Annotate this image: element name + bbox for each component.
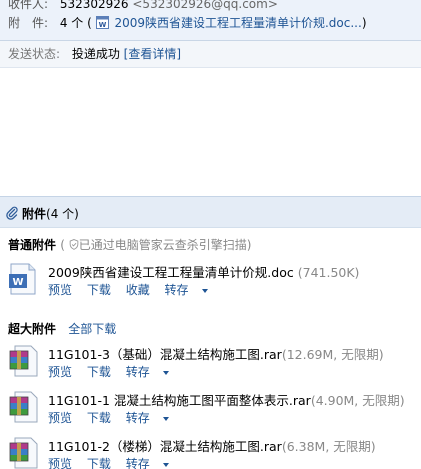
save-to-label: 转存 (125, 365, 150, 379)
save-to-button[interactable]: 转存 (126, 457, 169, 469)
recipient-name[interactable]: 532302926 (60, 0, 129, 11)
status-row: 发送状态: 投递成功 [查看详情] (8, 46, 181, 63)
attachment-preview-link[interactable]: 2009陕西省建设工程工程量清单计价规.doc... (114, 16, 361, 30)
file-name-row: 2009陕西省建设工程工程量清单计价规.doc (741.50K) (48, 262, 359, 281)
preview-button[interactable]: 预览 (48, 457, 72, 469)
normal-attachments-title: 普通附件 ( 已通过电脑管家云查杀引擎扫描) (8, 238, 252, 252)
large-attachments-title: 超大附件 全部下载 (8, 321, 116, 337)
attachment-item: W 2009陕西省建设工程工程量清单计价规.doc (741.50K) 预览 下… (8, 262, 418, 302)
file-name[interactable]: 11G101-3（基础）混凝土结构施工图.rar (48, 347, 282, 362)
preview-button[interactable]: 预览 (48, 411, 72, 425)
file-size: (12.69M, 无限期) (281, 347, 384, 362)
word-file-icon: W (9, 263, 36, 295)
word-doc-icon: W (95, 16, 109, 29)
file-actions: 预览 下载 转存 (48, 363, 180, 380)
recipient-label: 收件人: (8, 0, 49, 11)
attachment-label: 附 件: (8, 16, 49, 30)
mail-header: 收件人: 532302926 <532302926@qq.com> 附 件: 4… (0, 0, 421, 40)
recipient-email: <532302926@qq.com> (132, 0, 278, 11)
chevron-down-icon (162, 370, 169, 375)
save-to-button[interactable]: 转存 (165, 283, 208, 297)
attachment-row: 附 件: 4 个 ( W 2009陕西省建设工程工程量清单计价规.doc...) (8, 16, 367, 30)
attachment-count: 4 个 (59, 16, 84, 30)
file-size: (6.38M, 无限期) (281, 439, 376, 454)
preview-button[interactable]: 预览 (48, 365, 72, 379)
rar-file-icon (9, 391, 38, 423)
attachments-title-text: 附件 (22, 207, 47, 221)
file-actions: 预览 下载 收藏 转存 (48, 281, 219, 298)
status-label: 发送状态: (8, 47, 61, 61)
chevron-down-icon (201, 288, 208, 293)
chevron-down-icon (162, 416, 169, 421)
status-value: 投递成功 (71, 47, 120, 61)
attachments-header: 附件(4 个) (0, 196, 421, 228)
download-button[interactable]: 下载 (87, 365, 111, 379)
large-section-title-text: 超大附件 (8, 322, 57, 336)
attachments-count: (4 个) (46, 207, 79, 221)
file-size: (4.90M, 无限期) (310, 393, 405, 408)
shield-icon (69, 239, 79, 250)
save-to-button[interactable]: 转存 (126, 411, 169, 425)
status-details-link[interactable]: [查看详情] (124, 47, 181, 61)
save-to-label: 转存 (164, 283, 189, 297)
preview-button[interactable]: 预览 (48, 283, 72, 297)
svg-text:W: W (98, 21, 106, 29)
attachments-title: 附件(4 个) (22, 205, 79, 222)
svg-text:W: W (12, 277, 23, 288)
file-name-row: 11G101-1 混凝土结构施工图平面整体表示.rar(4.90M, 无限期) (48, 390, 405, 409)
chevron-down-icon (162, 462, 169, 467)
save-to-label: 转存 (125, 411, 150, 425)
attachment-item: 11G101-1 混凝土结构施工图平面整体表示.rar(4.90M, 无限期) … (8, 390, 418, 430)
save-to-button[interactable]: 转存 (126, 365, 169, 379)
file-name-row: 11G101-2（楼梯）混凝土结构施工图.rar(6.38M, 无限期) (48, 436, 376, 455)
download-button[interactable]: 下载 (87, 283, 111, 297)
file-actions: 预览 下载 转存 (48, 455, 180, 469)
rar-file-icon (9, 437, 38, 469)
save-to-label: 转存 (125, 457, 150, 469)
download-button[interactable]: 下载 (87, 457, 111, 469)
rar-file-icon (9, 345, 38, 377)
normal-section-title-text: 普通附件 (8, 238, 57, 252)
favorite-button[interactable]: 收藏 (126, 283, 150, 297)
file-actions: 预览 下载 转存 (48, 409, 180, 426)
file-name[interactable]: 2009陕西省建设工程工程量清单计价规.doc (48, 265, 294, 280)
attachment-item: 11G101-3（基础）混凝土结构施工图.rar(12.69M, 无限期) 预览… (8, 344, 418, 384)
file-size: (741.50K) (297, 265, 360, 280)
paperclip-icon (6, 206, 18, 220)
file-name[interactable]: 11G101-1 混凝土结构施工图平面整体表示.rar (48, 393, 311, 408)
file-name-row: 11G101-3（基础）混凝土结构施工图.rar(12.69M, 无限期) (48, 344, 384, 363)
delivery-status-bar: 发送状态: 投递成功 [查看详情] (0, 41, 421, 68)
attachment-item: 11G101-2（楼梯）混凝土结构施工图.rar(6.38M, 无限期) 预览 … (8, 436, 418, 469)
recipient-row: 收件人: 532302926 <532302926@qq.com> (8, 0, 278, 13)
download-button[interactable]: 下载 (87, 411, 111, 425)
normal-section-note: 已通过电脑管家云查杀引擎扫描 (78, 238, 247, 252)
file-name[interactable]: 11G101-2（楼梯）混凝土结构施工图.rar (48, 439, 282, 454)
download-all-link[interactable]: 全部下载 (68, 322, 116, 336)
